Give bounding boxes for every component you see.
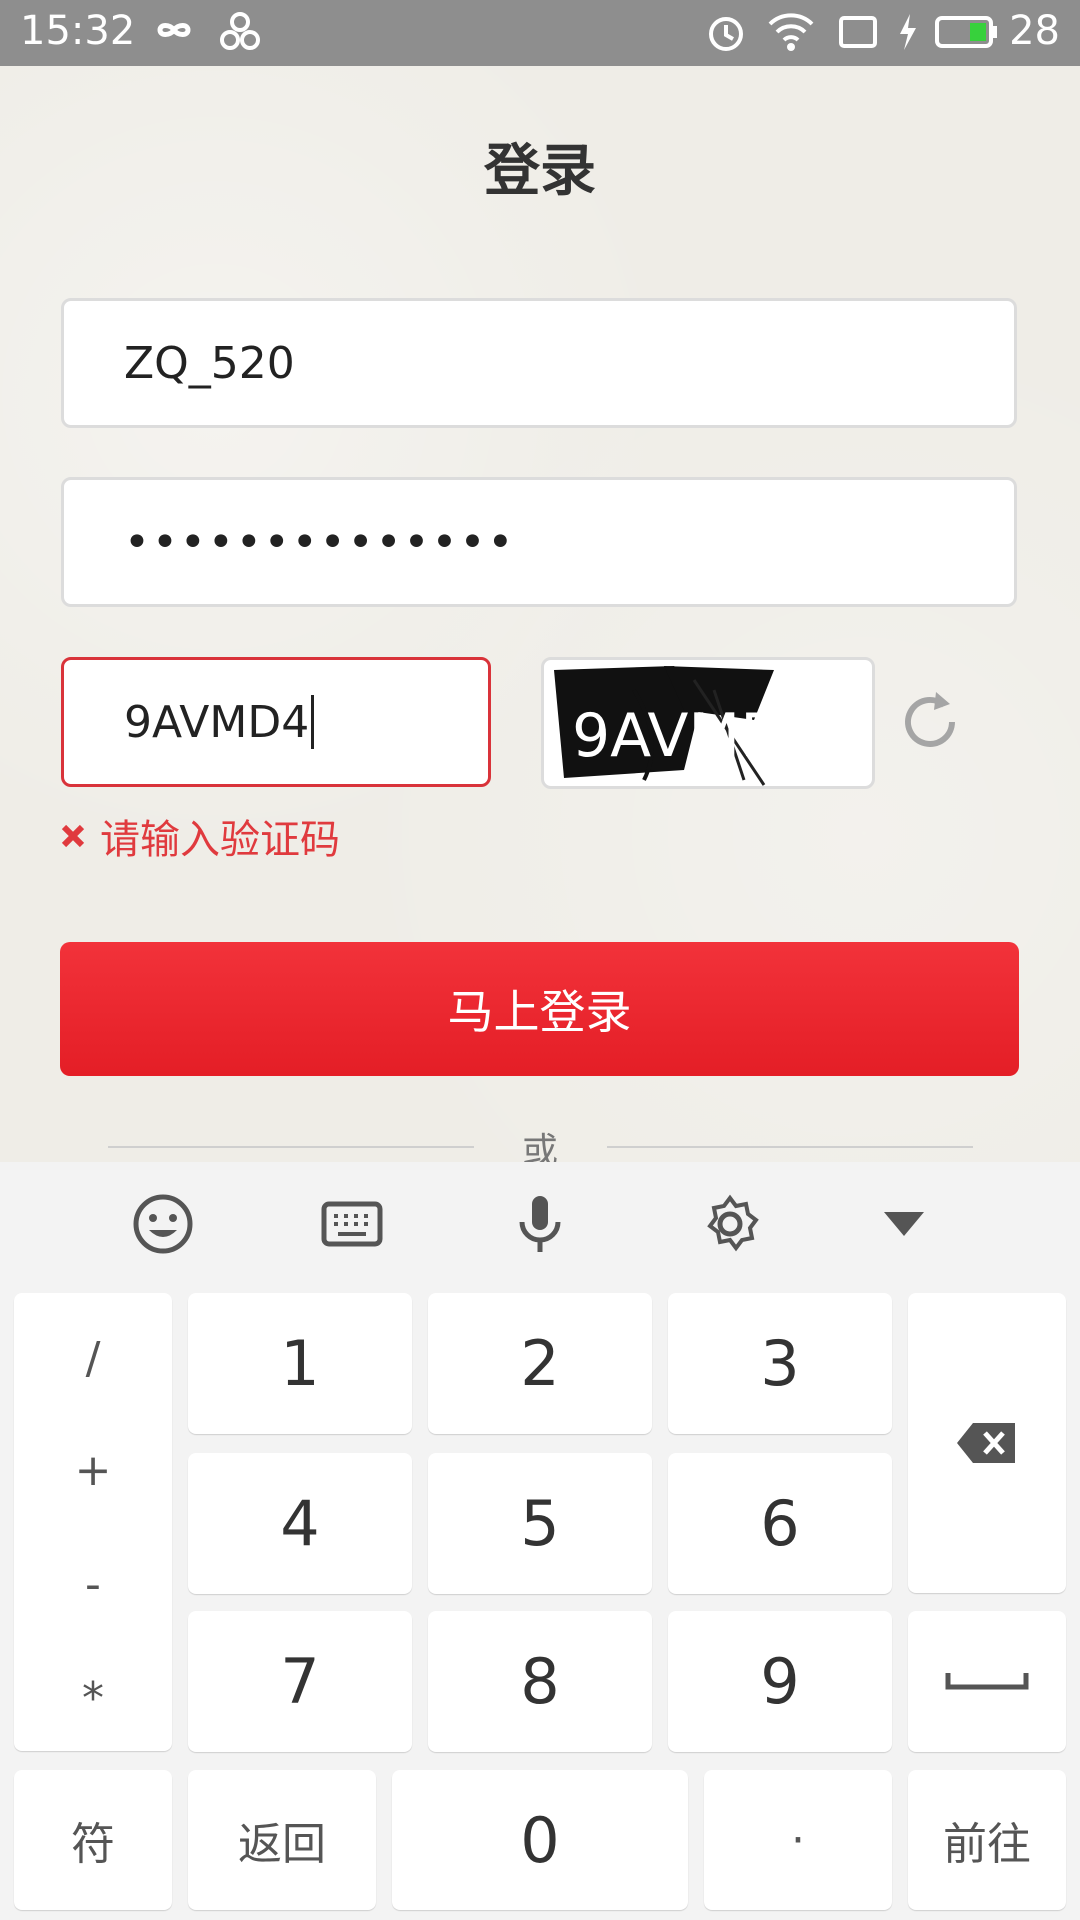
space-icon <box>945 1672 1029 1689</box>
refresh-captcha-icon[interactable] <box>902 684 962 754</box>
infinity-icon <box>146 10 202 54</box>
app-notification-icon <box>218 10 262 58</box>
status-bar: 15:32 28 <box>0 0 1080 66</box>
microphone-icon[interactable] <box>508 1192 572 1256</box>
emoji-icon[interactable] <box>131 1192 195 1256</box>
key-5[interactable]: 5 <box>428 1453 652 1594</box>
login-screen: 登录 ZQ_520 •••••••••••••• 9AVMD4 9AVMD4 请… <box>0 66 1080 1172</box>
key-slash[interactable]: / <box>14 1333 172 1384</box>
key-2[interactable]: 2 <box>428 1293 652 1434</box>
go-key[interactable]: 前往 <box>908 1770 1066 1910</box>
divider-line-right <box>607 1146 973 1148</box>
key-3[interactable]: 3 <box>668 1293 892 1434</box>
keyboard-icon[interactable] <box>320 1192 384 1256</box>
charging-icon <box>896 10 920 58</box>
key-minus[interactable]: - <box>14 1559 172 1610</box>
captcha-image[interactable]: 9AVMD4 <box>541 657 875 789</box>
username-value: ZQ_520 <box>124 337 295 389</box>
key-1[interactable]: 1 <box>188 1293 412 1434</box>
key-asterisk[interactable]: * <box>14 1673 172 1724</box>
keyboard-toolbar <box>0 1162 1080 1282</box>
back-key[interactable]: 返回 <box>188 1770 376 1910</box>
username-field[interactable]: ZQ_520 <box>61 298 1017 428</box>
space-key[interactable] <box>908 1611 1066 1752</box>
login-button[interactable]: 马上登录 <box>60 942 1019 1076</box>
backspace-icon <box>957 1423 1015 1463</box>
captcha-error: 请输入验证码 <box>60 811 340 863</box>
key-4[interactable]: 4 <box>188 1453 412 1594</box>
password-field[interactable]: •••••••••••••• <box>61 477 1017 607</box>
text-cursor <box>311 695 315 749</box>
password-value: •••••••••••••• <box>124 516 516 568</box>
page-title: 登录 <box>484 139 596 204</box>
key-0[interactable]: 0 <box>392 1770 688 1910</box>
collapse-keyboard-icon[interactable] <box>872 1192 936 1256</box>
error-text: 请输入验证码 <box>100 817 340 863</box>
battery-icon <box>934 10 1000 58</box>
key-9[interactable]: 9 <box>668 1611 892 1752</box>
status-time: 15:32 <box>20 8 136 54</box>
key-6[interactable]: 6 <box>668 1453 892 1594</box>
dot-key[interactable]: · <box>704 1770 892 1910</box>
key-8[interactable]: 8 <box>428 1611 652 1752</box>
delete-key[interactable] <box>908 1293 1066 1593</box>
wifi-icon <box>766 10 816 58</box>
battery-level: 28 <box>1009 8 1060 54</box>
symbol-column: / + - * <box>14 1293 172 1751</box>
key-7[interactable]: 7 <box>188 1611 412 1752</box>
error-x-icon <box>61 824 85 848</box>
numeric-keyboard: / + - * 1 2 3 4 5 6 7 8 9 符 返回 0 · 前往 <box>0 1162 1080 1920</box>
alarm-icon <box>704 10 748 58</box>
captcha-input-value: 9AVMD4 <box>124 696 310 748</box>
captcha-image-text: 9AVMD4 <box>572 701 825 771</box>
symbols-key[interactable]: 符 <box>14 1770 172 1910</box>
sim-icon <box>836 10 880 58</box>
captcha-input[interactable]: 9AVMD4 <box>61 657 491 787</box>
settings-icon[interactable] <box>698 1192 762 1256</box>
key-plus[interactable]: + <box>14 1445 172 1496</box>
